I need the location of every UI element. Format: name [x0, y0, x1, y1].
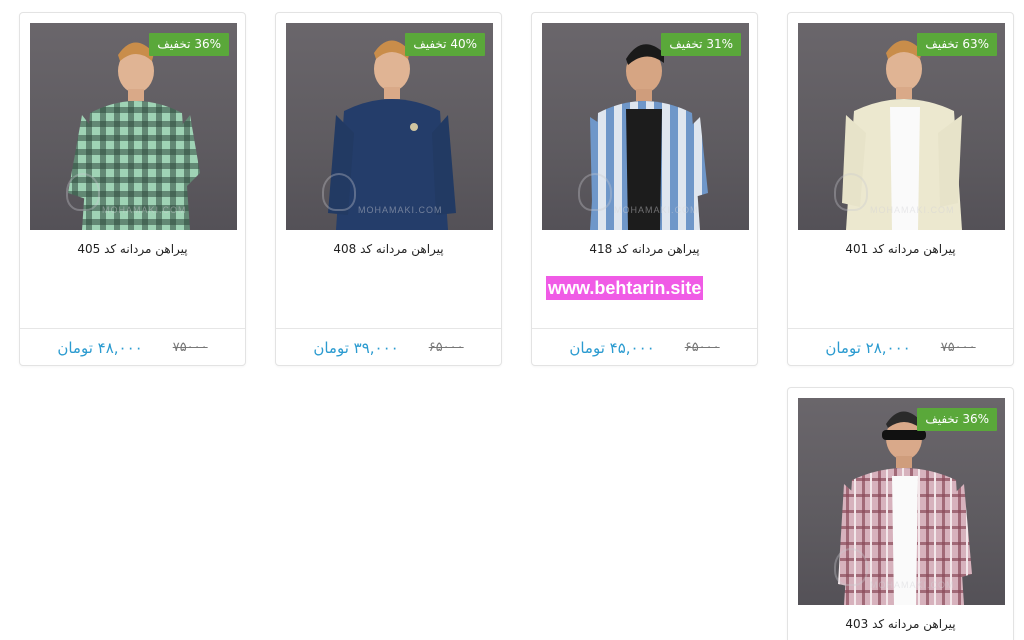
old-price: ۶۵۰۰۰ [428, 340, 464, 355]
product-title[interactable]: پیراهن مردانه کد 405 [20, 242, 245, 256]
product-card[interactable]: MOHAMAKI.COM 36% تخفیف پیراهن مردانه کد … [19, 12, 246, 366]
old-price: ۷۵۰۰۰ [940, 340, 976, 355]
discount-badge: 36% تخفیف [917, 408, 997, 431]
price-row: ۴۸,۰۰۰ تومان ۷۵۰۰۰ [20, 328, 245, 366]
watermark-logo-icon [66, 173, 100, 211]
product-image[interactable]: MOHAMAKI.COM 63% تخفیف [798, 23, 1005, 230]
product-image[interactable]: MOHAMAKI.COM 40% تخفیف [286, 23, 493, 230]
product-card[interactable]: MOHAMAKI.COM 63% تخفیف پیراهن مردانه کد … [787, 12, 1014, 366]
watermark-logo-icon [834, 173, 868, 211]
watermark-logo-icon [834, 548, 868, 586]
price: ۴۸,۰۰۰ تومان [57, 338, 143, 357]
price-row: ۳۹,۰۰۰ تومان ۶۵۰۰۰ [276, 328, 501, 366]
product-card[interactable]: MOHAMAKI.COM 36% تخفیف پیراهن مردانه کد … [787, 387, 1014, 640]
product-image[interactable]: MOHAMAKI.COM 36% تخفیف [30, 23, 237, 230]
price: ۲۸,۰۰۰ تومان [825, 338, 911, 357]
old-price: ۷۵۰۰۰ [172, 340, 208, 355]
product-grid: MOHAMAKI.COM 36% تخفیف پیراهن مردانه کد … [0, 0, 1024, 640]
product-title[interactable]: پیراهن مردانه کد 408 [276, 242, 501, 256]
watermark-text: MOHAMAKI.COM [870, 205, 955, 215]
watermark-text: MOHAMAKI.COM [870, 580, 955, 590]
price-row: ۲۸,۰۰۰ تومان ۷۵۰۰۰ [788, 328, 1013, 366]
price: ۳۹,۰۰۰ تومان [313, 338, 399, 357]
discount-badge: 36% تخفیف [149, 33, 229, 56]
old-price: ۶۵۰۰۰ [684, 340, 720, 355]
discount-badge: 63% تخفیف [917, 33, 997, 56]
watermark-text: MOHAMAKI.COM [102, 205, 187, 215]
price-row: ۴۵,۰۰۰ تومان ۶۵۰۰۰ [532, 328, 757, 366]
discount-badge: 40% تخفیف [405, 33, 485, 56]
product-card[interactable]: MOHAMAKI.COM 31% تخفیف پیراهن مردانه کد … [531, 12, 758, 366]
watermark-text: MOHAMAKI.COM [614, 205, 699, 215]
product-image[interactable]: MOHAMAKI.COM 36% تخفیف [798, 398, 1005, 605]
site-watermark-overlay: www.behtarin.site [546, 276, 704, 300]
product-title[interactable]: پیراهن مردانه کد 403 [788, 617, 1013, 631]
price: ۴۵,۰۰۰ تومان [569, 338, 655, 357]
discount-badge: 31% تخفیف [661, 33, 741, 56]
watermark-logo-icon [322, 173, 356, 211]
product-image[interactable]: MOHAMAKI.COM 31% تخفیف [542, 23, 749, 230]
watermark-logo-icon [578, 173, 612, 211]
product-card[interactable]: MOHAMAKI.COM 40% تخفیف پیراهن مردانه کد … [275, 12, 502, 366]
product-title[interactable]: پیراهن مردانه کد 418 [532, 242, 757, 256]
watermark-text: MOHAMAKI.COM [358, 205, 443, 215]
product-title[interactable]: پیراهن مردانه کد 401 [788, 242, 1013, 256]
